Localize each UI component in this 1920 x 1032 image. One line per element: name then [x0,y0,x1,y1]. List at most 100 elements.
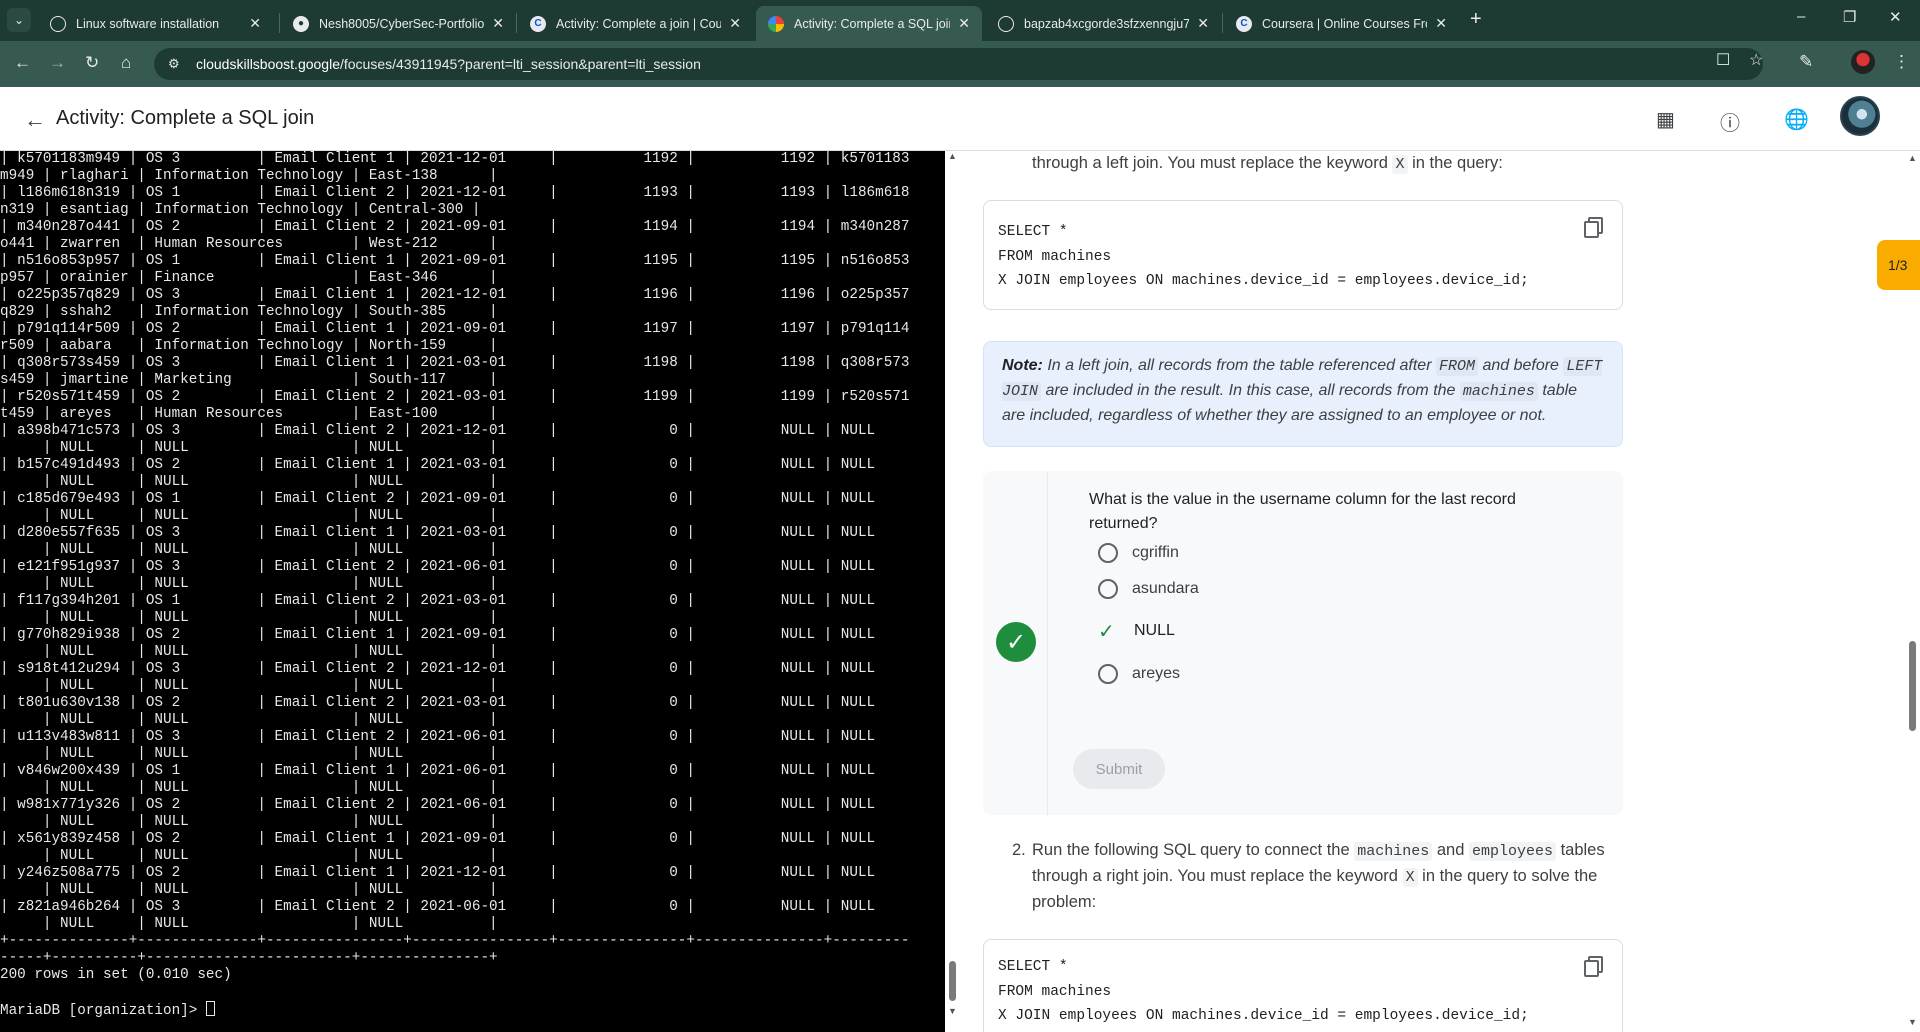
tab-title: bapzab4xcgorde3sfzxenngju7ib [1024,16,1190,31]
language-globe-icon[interactable]: 🌐 [1784,107,1809,132]
more-menu-icon[interactable]: ⋮ [1893,52,1910,72]
browser-tab[interactable]: C Activity: Complete a join | Coun ✕ [518,6,753,41]
scroll-down-icon[interactable]: ▼ [1908,1017,1917,1027]
back-icon[interactable]: ← [14,53,31,73]
intro-prefix: through a left join. You must replace th… [1032,154,1393,172]
tab-separator [279,13,280,33]
quiz-question: What is the value in the username column… [1089,491,1516,532]
github-icon: ● [293,15,309,32]
close-icon[interactable]: ✕ [492,15,504,32]
option-label: areyes [1132,665,1181,682]
close-icon[interactable]: ✕ [1435,15,1447,32]
site-info-icon[interactable]: ⚙ [168,56,184,72]
coursera-icon: C [530,15,546,32]
terminal-console[interactable]: | k5701183m949 | OS 3 | Email Client 1 |… [0,151,945,1032]
page-indicator-badge[interactable]: 1/3 [1877,240,1920,290]
terminal-output: | k5701183m949 | OS 3 | Email Client 1 |… [0,151,910,1019]
scroll-up-icon[interactable]: ▲ [948,151,957,161]
restore-icon[interactable]: ❐ [1843,8,1856,26]
browser-tab[interactable]: bapzab4xcgorde3sfzxenngju7ib ✕ [986,6,1221,41]
app-header: ← Activity: Complete a SQL join ▦ ⓘ 🌐 [0,87,1920,151]
close-icon[interactable]: ✕ [249,15,261,32]
intro-text: through a left join. You must replace th… [1032,151,1632,177]
step-text: Run the following SQL query to connect t… [1032,841,1355,859]
sql-query: SELECT * FROM machines X JOIN employees … [998,959,1529,1024]
scrollbar-thumb[interactable] [1909,641,1916,731]
note-label: Note: [1002,357,1043,374]
inline-code: employees [1468,842,1556,861]
inline-code: X [1402,868,1418,887]
option-label: NULL [1134,622,1175,639]
tab-separator [1222,13,1223,33]
window-close-icon[interactable]: ✕ [1889,8,1902,26]
inline-code: X [1392,155,1408,174]
new-tab-button[interactable]: + [1470,8,1482,31]
submit-button[interactable]: Submit [1073,749,1165,789]
user-avatar[interactable] [1840,96,1880,136]
extensions-icon[interactable]: ✎ [1799,52,1813,72]
dashboard-icon[interactable]: ▦ [1656,107,1675,132]
terminal-cursor [205,1001,215,1016]
coursera-icon: C [1236,15,1252,32]
bookmark-star-icon[interactable]: ☆ [1749,50,1763,70]
scrollbar-thumb[interactable] [949,961,956,1001]
quiz-option[interactable]: cgriffin [1098,540,1179,566]
close-icon[interactable]: ✕ [729,15,741,32]
page-title: Activity: Complete a SQL join [56,107,315,129]
quiz-option[interactable]: asundara [1098,576,1199,602]
tab-title: Activity: Complete a join | Coun [556,16,722,31]
quiz-option-correct[interactable]: ✓ NULL [1088,618,1175,644]
copy-icon[interactable] [1584,217,1603,238]
inline-code: FROM [1435,357,1478,376]
inline-code: machines [1354,842,1433,861]
browser-tab[interactable]: C Coursera | Online Courses From ✕ [1224,6,1459,41]
check-circle-icon: ✓ [996,622,1036,662]
close-icon[interactable]: ✕ [1197,15,1209,32]
terminal-scrollbar[interactable]: ▲ ▼ [945,151,960,1032]
url-text: cloudskillsboost.google/focuses/43911945… [196,56,701,72]
note-text: are included in the result. In this case… [1041,382,1460,399]
quiz-card: ✓ What is the value in the username colu… [983,471,1623,815]
tab-title: Coursera | Online Courses From [1262,16,1428,31]
copy-icon[interactable] [1584,956,1603,977]
home-icon[interactable]: ⌂ [121,53,131,73]
reload-icon[interactable]: ↻ [85,53,99,73]
url-host: cloudskillsboost.google [196,56,340,72]
forward-icon[interactable]: → [49,53,66,73]
step-number: 2. [1012,841,1026,859]
save-page-icon[interactable]: ☐ [1716,50,1730,70]
tab-title: Nesh8005/CyberSec-Portfolio: I [319,16,485,31]
help-icon[interactable]: ⓘ [1720,107,1740,136]
tab-search-button[interactable]: ⌄ [7,8,31,32]
step-2-text: Run the following SQL query to connect t… [1032,838,1632,915]
profile-avatar[interactable] [1851,50,1875,74]
globe-icon [50,15,66,32]
browser-tab[interactable]: Linux software installation ✕ [38,6,273,41]
option-label: cgriffin [1132,544,1179,561]
radio-button[interactable] [1098,543,1118,563]
globe-icon [998,15,1014,32]
quiz-option[interactable]: areyes [1098,661,1180,687]
option-label: asundara [1132,580,1199,597]
cloud-icon [768,15,784,32]
back-arrow-icon[interactable]: ← [24,107,46,133]
radio-button[interactable] [1098,664,1118,684]
scroll-up-icon[interactable]: ▲ [1908,153,1917,163]
sql-query: SELECT * FROM machines X JOIN employees … [998,224,1529,289]
tab-title: Activity: Complete a SQL join | C [794,16,950,31]
scroll-down-icon[interactable]: ▼ [948,1006,957,1016]
radio-button[interactable] [1098,579,1118,599]
step-text: and [1432,841,1469,859]
browser-tab-active[interactable]: Activity: Complete a SQL join | C ✕ [756,6,982,41]
minimize-icon[interactable]: – [1797,8,1805,25]
url-path: /focuses/43911945?parent=lti_session&par… [339,56,701,72]
close-icon[interactable]: ✕ [958,15,970,32]
note-text: In a left join, all records from the tab… [1042,357,1436,374]
browser-tab-bar: ⌄ Linux software installation ✕ ● Nesh80… [0,0,1920,41]
inline-code: machines [1459,382,1538,401]
code-block: SELECT * FROM machines X JOIN employees … [983,200,1623,310]
checkmark-icon: ✓ [1098,620,1115,643]
browser-tab[interactable]: ● Nesh8005/CyberSec-Portfolio: I ✕ [281,6,516,41]
browser-toolbar: ← → ↻ ⌂ ⚙ cloudskillsboost.google/focuse… [0,41,1920,87]
address-bar[interactable]: ⚙ cloudskillsboost.google/focuses/439119… [154,48,1763,80]
